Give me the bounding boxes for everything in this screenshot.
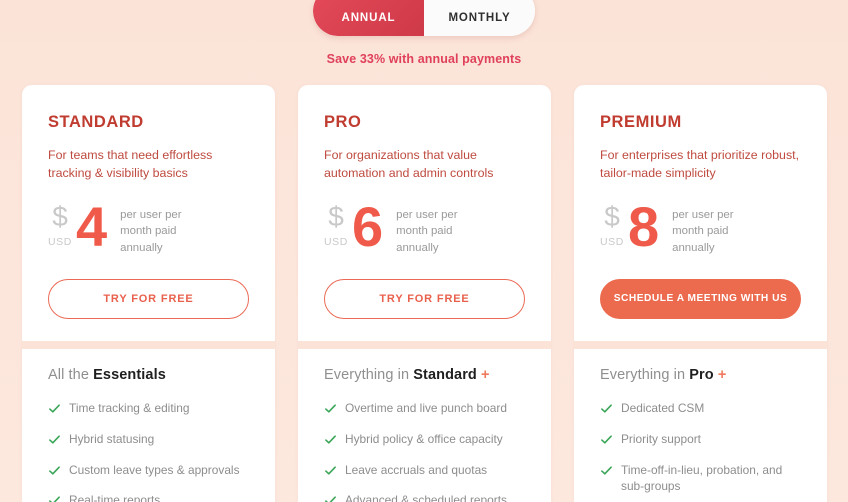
features-heading-prefix: Everything in xyxy=(324,366,414,383)
plan-description: For enterprises that prioritize robust, … xyxy=(600,148,800,181)
toggle-option-annual[interactable]: ANNUAL xyxy=(313,0,424,36)
features-heading-strong: Pro xyxy=(689,366,714,383)
list-item-label: Leave accruals and quotas xyxy=(345,462,488,477)
check-icon xyxy=(601,434,612,444)
plan-name: STANDARD xyxy=(48,113,144,131)
currency-code: USD xyxy=(324,235,348,248)
price-block: $ USD 8 per user per month paid annually xyxy=(600,194,801,263)
cta-try-for-free[interactable]: TRY FOR FREE xyxy=(324,278,525,319)
list-item: Custom leave types & approvals xyxy=(48,462,249,479)
list-item-label: Custom leave types & approvals xyxy=(69,462,240,477)
list-item: Overtime and live punch board xyxy=(324,400,525,417)
currency-block: $ USD xyxy=(324,201,348,248)
pricing-card-standard: STANDARD For teams that need effortless … xyxy=(22,85,275,502)
check-icon xyxy=(49,496,60,502)
savings-note: Save 33% with annual payments xyxy=(326,52,522,66)
list-item-label: Priority support xyxy=(621,431,701,446)
list-item-label: Dedicated CSM xyxy=(621,400,705,415)
features-heading-plus: + xyxy=(481,366,490,383)
check-icon xyxy=(325,434,336,444)
plan-name: PREMIUM xyxy=(600,113,682,131)
list-item: Hybrid policy & office capacity xyxy=(324,431,525,448)
card-header-premium: PREMIUM For enterprises that prioritize … xyxy=(574,85,827,319)
card-divider-band xyxy=(22,340,275,349)
cta-schedule-meeting[interactable]: SCHEDULE A MEETING WITH US xyxy=(600,278,801,319)
list-item-label: Time tracking & editing xyxy=(69,400,190,415)
check-icon xyxy=(325,465,336,475)
currency-symbol: $ xyxy=(52,200,68,232)
plan-name: PRO xyxy=(324,113,362,131)
price-block: $ USD 4 per user per month paid annually xyxy=(48,194,249,263)
features-heading-prefix: All the xyxy=(48,366,94,383)
check-icon xyxy=(601,465,612,475)
list-item: Real-time reports xyxy=(48,492,249,502)
features-heading: Everything in Pro + xyxy=(600,367,801,383)
features-list-pro: Everything in Standard + Overtime and li… xyxy=(298,349,551,502)
plan-description: For organizations that value automation … xyxy=(324,148,494,181)
price-note: per user per month paid annually xyxy=(396,208,458,254)
billing-toggle-group[interactable]: ANNUAL MONTHLY xyxy=(313,0,535,36)
toggle-option-monthly[interactable]: MONTHLY xyxy=(424,0,535,36)
list-item-label: Hybrid policy & office capacity xyxy=(345,431,503,446)
list-item: Hybrid statusing xyxy=(48,431,249,448)
features-heading-prefix: Everything in xyxy=(600,366,690,383)
list-item-label: Time-off-in-lieu, probation, and sub-gro… xyxy=(621,462,783,494)
pricing-card-pro: PRO For organizations that value automat… xyxy=(298,85,551,502)
price-amount: 6 xyxy=(351,194,383,258)
card-header-pro: PRO For organizations that value automat… xyxy=(298,85,551,319)
list-item-label: Real-time reports xyxy=(69,493,161,502)
currency-code: USD xyxy=(600,235,624,248)
cta-try-for-free[interactable]: TRY FOR FREE xyxy=(48,278,249,319)
check-icon xyxy=(325,496,336,502)
list-item: Leave accruals and quotas xyxy=(324,462,525,479)
billing-toggle: ANNUAL MONTHLY xyxy=(0,0,848,36)
list-item: Dedicated CSM xyxy=(600,400,801,417)
list-item: Time-off-in-lieu, probation, and sub-gro… xyxy=(600,462,801,496)
card-header-standard: STANDARD For teams that need effortless … xyxy=(22,85,275,319)
currency-block: $ USD xyxy=(48,201,72,248)
pricing-card-premium: PREMIUM For enterprises that prioritize … xyxy=(574,85,827,502)
pricing-cards: STANDARD For teams that need effortless … xyxy=(22,85,827,502)
price-note: per user per month paid annually xyxy=(672,208,734,254)
check-icon xyxy=(325,404,336,413)
check-icon xyxy=(49,465,60,475)
list-item: Priority support xyxy=(600,431,801,448)
features-list-standard: All the Essentials Time tracking & editi… xyxy=(22,349,275,502)
price-note: per user per month paid annually xyxy=(120,208,182,254)
list-item-label: Advanced & scheduled reports xyxy=(345,493,507,502)
currency-symbol: $ xyxy=(604,200,620,232)
price-amount: 8 xyxy=(627,194,659,258)
card-divider-band xyxy=(574,340,827,349)
features-list-premium: Everything in Pro + Dedicated CSM Priori… xyxy=(574,349,827,502)
currency-symbol: $ xyxy=(328,200,344,232)
features-heading: All the Essentials xyxy=(48,367,249,383)
check-icon xyxy=(49,434,60,444)
list-item-label: Overtime and live punch board xyxy=(345,400,507,415)
check-icon xyxy=(49,404,60,413)
features-heading: Everything in Standard + xyxy=(324,367,525,383)
list-item: Time tracking & editing xyxy=(48,400,249,417)
features-heading-plus: + xyxy=(717,366,727,383)
price-amount: 4 xyxy=(75,194,107,258)
plan-description: For teams that need effortless tracking … xyxy=(48,148,213,181)
currency-code: USD xyxy=(48,235,72,248)
list-item-label: Hybrid statusing xyxy=(69,431,155,446)
currency-block: $ USD xyxy=(600,201,624,248)
features-heading-strong: Essentials xyxy=(93,366,166,383)
card-divider-band xyxy=(298,340,551,349)
price-block: $ USD 6 per user per month paid annually xyxy=(324,194,525,263)
list-item: Advanced & scheduled reports xyxy=(324,492,525,502)
features-heading-strong: Standard xyxy=(413,366,477,383)
check-icon xyxy=(601,404,612,413)
